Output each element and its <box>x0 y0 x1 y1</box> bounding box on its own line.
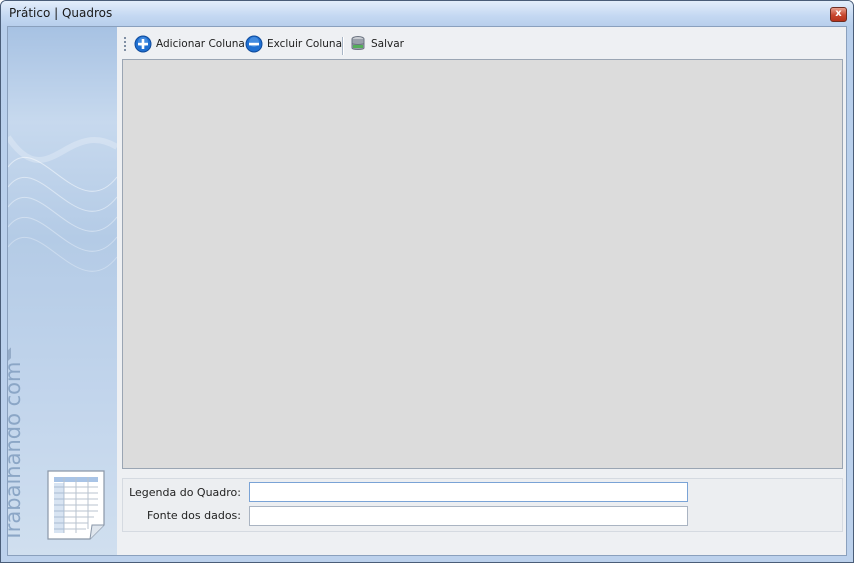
database-save-icon <box>351 36 365 50</box>
source-input[interactable] <box>249 506 688 526</box>
columns-grid[interactable] <box>122 59 843 469</box>
quadros-window: Prático | Quadros x Trabalhando com Quad… <box>0 0 854 563</box>
title-bar[interactable]: Prático | Quadros x <box>1 1 853 26</box>
toolbar: Adicionar Coluna Excluir Coluna Salvar <box>120 31 842 57</box>
window-title: Prático | Quadros <box>9 6 113 20</box>
caption-panel: Legenda do Quadro: Fonte dos dados: <box>122 478 843 532</box>
save-label: Salvar <box>371 38 404 50</box>
toolbar-separator <box>342 37 344 55</box>
client-area: Trabalhando com Quadros Adicionar Coluna… <box>7 26 847 556</box>
sidebar-banner: Trabalhando com Quadros <box>8 27 117 555</box>
caption-input[interactable] <box>249 482 688 502</box>
delete-column-button[interactable]: Excluir Coluna <box>245 33 342 55</box>
minus-circle-icon <box>245 35 263 53</box>
caption-label: Legenda do Quadro: <box>129 486 241 499</box>
add-column-button[interactable]: Adicionar Coluna <box>134 33 245 55</box>
wave-decoration <box>8 135 117 272</box>
save-button[interactable]: Salvar <box>349 33 404 55</box>
close-button[interactable]: x <box>830 7 847 22</box>
delete-column-label: Excluir Coluna <box>267 38 342 50</box>
plus-circle-icon <box>134 35 152 53</box>
spreadsheet-icon <box>47 470 105 540</box>
sidebar-caption: Trabalhando com Quadros <box>8 108 25 542</box>
toolbar-grip[interactable] <box>124 37 126 53</box>
add-column-label: Adicionar Coluna <box>156 38 245 50</box>
sidebar-caption-big: Quadros <box>8 108 17 392</box>
close-icon: x <box>835 8 842 19</box>
source-label: Fonte dos dados: <box>146 509 241 522</box>
